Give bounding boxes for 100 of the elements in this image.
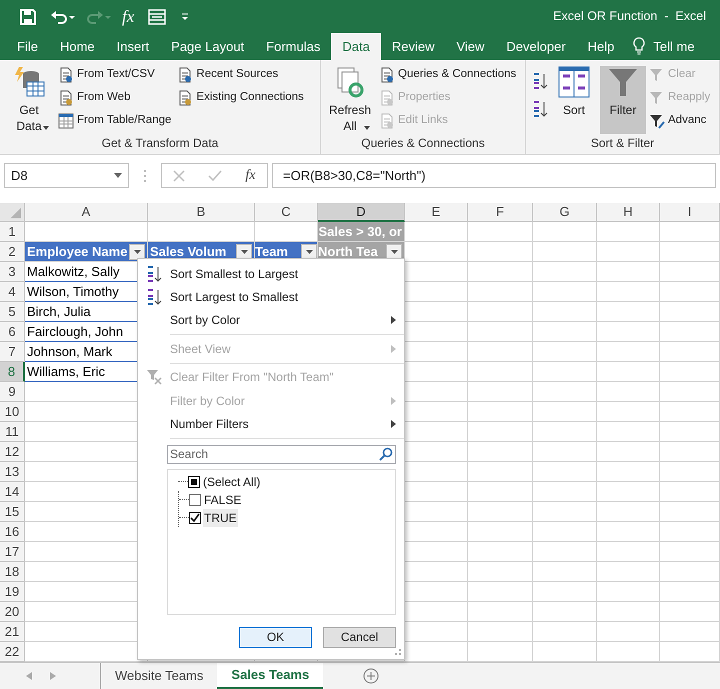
row-header[interactable]: 11: [0, 422, 25, 442]
filter-dropdown-button[interactable]: [301, 244, 317, 260]
column-header[interactable]: F: [468, 203, 533, 222]
ribbon-tab[interactable]: File: [6, 33, 49, 60]
menu-item[interactable]: Sort Largest to Smallest: [138, 285, 404, 309]
checkbox-label[interactable]: TRUE: [203, 508, 238, 527]
row-header[interactable]: 4: [0, 282, 25, 302]
menu-item[interactable]: Sort Smallest to Largest: [138, 262, 404, 286]
ribbon-item[interactable]: From Text/CSV: [58, 66, 172, 84]
document-icon[interactable]: [379, 67, 395, 83]
row-header[interactable]: 5: [0, 302, 25, 322]
caret-icon[interactable]: [43, 126, 49, 130]
checkbox-label[interactable]: FALSE: [203, 490, 242, 509]
ribbon-tab[interactable]: Insert: [106, 33, 160, 60]
funnel-pencil-icon[interactable]: [649, 113, 665, 129]
column-header[interactable]: H: [597, 203, 660, 222]
sort-ascending-icon[interactable]: [532, 72, 548, 90]
name-box[interactable]: D8: [4, 163, 129, 188]
save-icon[interactable]: [20, 8, 36, 24]
ribbon-tab[interactable]: Developer: [495, 33, 577, 60]
row-header[interactable]: 6: [0, 322, 25, 342]
document-icon[interactable]: [58, 67, 74, 83]
ribbon-tab[interactable]: Data: [331, 33, 381, 60]
customize-caret-icon[interactable]: [180, 12, 190, 22]
row-header[interactable]: 17: [0, 542, 25, 562]
column-header[interactable]: I: [660, 203, 720, 222]
ribbon-tab[interactable]: Home: [48, 33, 106, 60]
dialog-button[interactable]: OK: [239, 626, 312, 648]
resize-grip-icon[interactable]: [394, 648, 402, 656]
ribbon-tab[interactable]: View: [445, 33, 496, 60]
filter-dropdown-button[interactable]: [386, 244, 402, 260]
sort-descending-icon[interactable]: [532, 100, 548, 118]
dialog-button[interactable]: Cancel: [323, 626, 396, 648]
filter-dropdown-button[interactable]: [129, 244, 145, 260]
row-header[interactable]: 10: [0, 402, 25, 422]
row-header[interactable]: 18: [0, 562, 25, 582]
caret-icon[interactable]: [364, 126, 370, 130]
column-header[interactable]: C: [255, 203, 318, 222]
ribbon-item[interactable]: Recent Sources: [177, 66, 304, 84]
checkmark-icon[interactable]: [208, 170, 222, 182]
column-header[interactable]: B: [148, 203, 255, 222]
row-header[interactable]: 16: [0, 522, 25, 542]
table-cell: [533, 582, 597, 602]
cell-text: Sales Volum: [150, 242, 226, 261]
column-header[interactable]: D: [318, 203, 405, 222]
sheet-tab[interactable]: Sales Teams: [217, 663, 324, 689]
checkbox[interactable]: [189, 512, 201, 524]
undo-icon[interactable]: [50, 8, 76, 24]
ribbon-item[interactable]: From Table/Range: [58, 112, 172, 130]
column-header[interactable]: G: [533, 203, 597, 222]
ribbon-item[interactable]: Existing Connections: [177, 89, 304, 107]
row-header[interactable]: 15: [0, 502, 25, 522]
table-icon[interactable]: [58, 113, 74, 129]
function-button[interactable]: fx: [122, 4, 134, 30]
row-header[interactable]: 14: [0, 482, 25, 502]
row-header[interactable]: 22: [0, 642, 25, 662]
table-cell: [533, 222, 597, 242]
row-header[interactable]: 8: [0, 362, 25, 382]
row-header[interactable]: 9: [0, 382, 25, 402]
insert-function-button[interactable]: fx: [245, 165, 256, 186]
ribbon-item[interactable]: From Web: [58, 89, 172, 107]
checkbox[interactable]: [188, 476, 200, 488]
ribbon-tab[interactable]: Review: [380, 33, 446, 60]
ribbon-button[interactable]: Get Data: [6, 66, 52, 134]
ribbon-tab[interactable]: Page Layout: [160, 33, 256, 60]
add-sheet-icon[interactable]: [363, 668, 380, 684]
document-icon[interactable]: [177, 90, 194, 106]
checkbox-label[interactable]: (Select All): [202, 472, 262, 491]
table-cell: [533, 262, 597, 282]
ribbon-tab[interactable]: Formulas: [255, 33, 332, 60]
column-header[interactable]: E: [405, 203, 468, 222]
row-header[interactable]: 2: [0, 242, 25, 262]
row-header[interactable]: 12: [0, 442, 25, 462]
menu-item[interactable]: Sort by Color: [138, 308, 404, 332]
document-icon[interactable]: [58, 90, 74, 106]
document-icon[interactable]: [177, 67, 194, 83]
tell-me-box[interactable]: Tell me: [653, 33, 695, 60]
column-header[interactable]: A: [25, 203, 148, 222]
lightbulb-icon[interactable]: [633, 37, 646, 55]
row-header[interactable]: 7: [0, 342, 25, 362]
row-header[interactable]: 13: [0, 462, 25, 482]
ribbon-item[interactable]: Queries & Connections: [379, 66, 516, 84]
checkbox[interactable]: [189, 494, 201, 506]
search-field[interactable]: Search: [167, 444, 396, 464]
ribbon-button[interactable]: Refresh All: [327, 66, 373, 134]
filter-dropdown-button[interactable]: [236, 244, 252, 260]
row-header[interactable]: 3: [0, 262, 25, 282]
form-icon[interactable]: [148, 8, 166, 24]
ribbon-tab[interactable]: Help: [576, 33, 626, 60]
sheet-tab[interactable]: Website Teams: [101, 663, 218, 689]
ribbon-button[interactable]: Sort: [551, 66, 597, 134]
row-header[interactable]: 21: [0, 622, 25, 642]
row-header[interactable]: 20: [0, 602, 25, 622]
ribbon-item[interactable]: Advanc: [649, 112, 710, 130]
menu-item[interactable]: Number Filters: [138, 412, 404, 436]
row-header[interactable]: 1: [0, 222, 25, 242]
ribbon-button[interactable]: Filter: [600, 66, 646, 134]
row-header[interactable]: 19: [0, 582, 25, 602]
formula-field[interactable]: =OR(B8>30,C8="North"): [272, 163, 716, 188]
caret-icon[interactable]: [114, 173, 122, 178]
